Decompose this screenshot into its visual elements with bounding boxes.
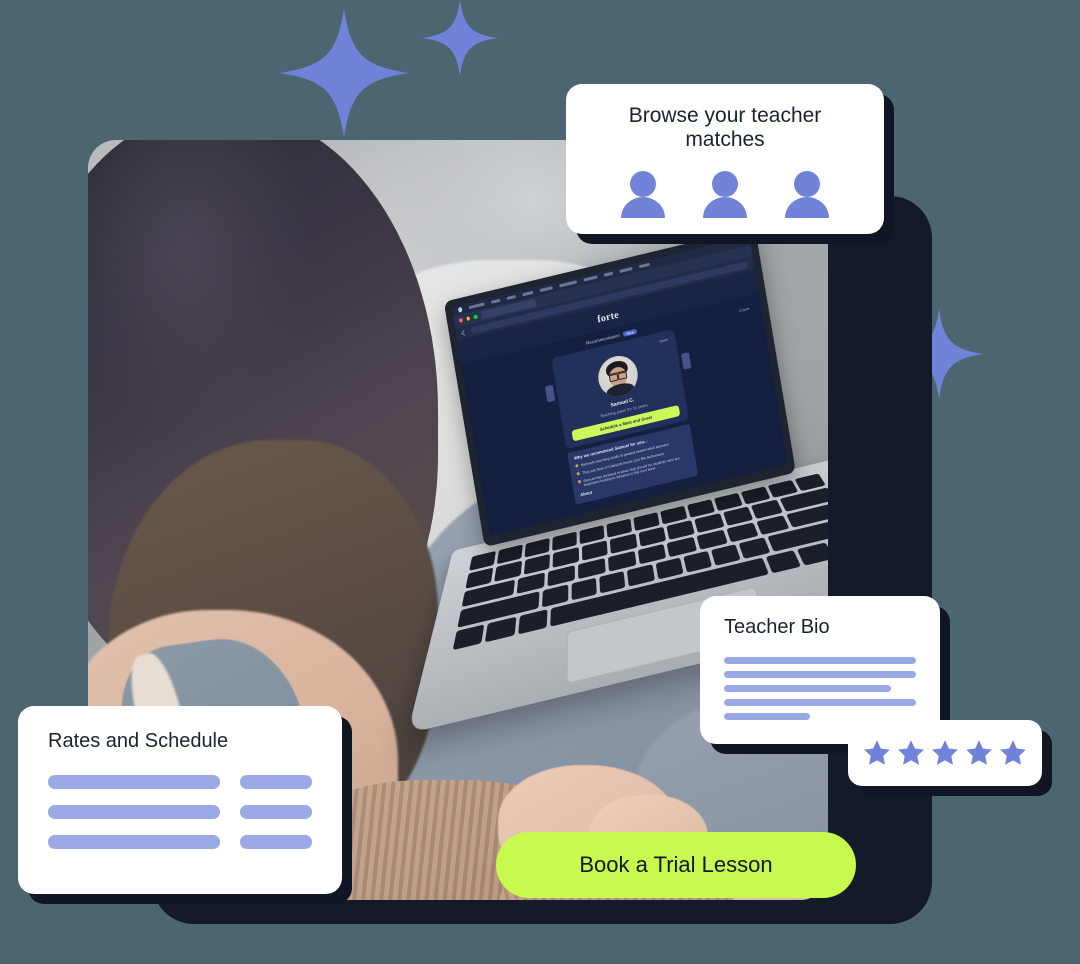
sparkle-star-icon xyxy=(422,0,498,76)
person-icon xyxy=(785,171,829,218)
star-icon xyxy=(898,740,924,765)
star-icon xyxy=(966,740,992,765)
teacher-avatar xyxy=(595,351,641,401)
rates-schedule-title: Rates and Schedule xyxy=(48,730,229,752)
teacher-matches-card: Browse your teacher matches xyxy=(566,84,884,234)
rates-schedule-card: Rates and Schedule xyxy=(18,706,342,894)
rates-row xyxy=(48,835,312,849)
person-icon xyxy=(621,171,665,218)
skeleton-line xyxy=(724,713,811,720)
back-arrow-icon[interactable] xyxy=(461,329,467,336)
skeleton-line xyxy=(724,699,916,706)
skeleton-line xyxy=(724,671,916,678)
recommendation-badge: New xyxy=(623,328,638,337)
rates-row xyxy=(48,775,312,789)
skeleton-line xyxy=(724,657,916,664)
forte-logo[interactable]: forte xyxy=(596,309,619,325)
star-icon xyxy=(1000,740,1026,765)
skeleton-bar xyxy=(240,835,312,849)
teacher-matches-title: Browse your teacher matches xyxy=(628,104,822,151)
skeleton-bar xyxy=(48,835,220,849)
window-maximize-icon[interactable] xyxy=(473,314,478,320)
bullet-icon xyxy=(575,464,579,469)
skeleton-line xyxy=(724,685,892,692)
window-close-icon[interactable] xyxy=(458,318,463,323)
rates-row xyxy=(48,805,312,819)
hero-composition: forte Recommendation New Close Save Samu… xyxy=(0,0,1080,964)
star-icon xyxy=(932,740,958,765)
apple-logo-icon xyxy=(457,306,463,313)
teacher-bio-title: Teacher Bio xyxy=(724,616,830,638)
skeleton-bar xyxy=(240,775,312,789)
skeleton-bar xyxy=(48,775,220,789)
next-teacher-button[interactable] xyxy=(681,352,692,370)
skeleton-bar xyxy=(48,805,220,819)
book-trial-lesson-label: Book a Trial Lesson xyxy=(579,852,773,877)
bullet-icon xyxy=(576,472,580,476)
sparkle-star-icon xyxy=(272,8,416,138)
star-rating-card xyxy=(848,720,1042,786)
skeleton-bar xyxy=(240,805,312,819)
star-icon xyxy=(864,740,890,765)
book-trial-lesson-button[interactable]: Book a Trial Lesson xyxy=(496,832,856,898)
person-icon xyxy=(703,171,747,218)
bullet-icon xyxy=(577,479,582,484)
teacher-matches-avatars xyxy=(588,170,862,218)
window-minimize-icon[interactable] xyxy=(466,316,471,321)
close-button[interactable]: Close xyxy=(738,306,749,313)
prev-teacher-button[interactable] xyxy=(544,384,556,403)
